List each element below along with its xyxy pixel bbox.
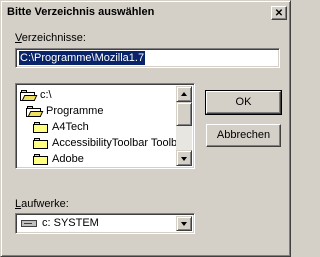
- scroll-up-button[interactable]: [176, 86, 192, 102]
- arrow-up-icon: [181, 92, 187, 96]
- scroll-thumb[interactable]: [176, 102, 192, 126]
- scroll-down-button[interactable]: [176, 150, 192, 166]
- arrow-down-icon: [181, 157, 187, 161]
- directories-label: Verzeichnisse:: [15, 32, 86, 44]
- tree-item-label: Adobe: [52, 153, 84, 165]
- close-button[interactable]: ✕: [271, 6, 287, 20]
- drive-select[interactable]: c: SYSTEM: [15, 213, 195, 234]
- drive-dropdown-button[interactable]: [176, 216, 192, 231]
- chevron-down-icon: [181, 222, 187, 226]
- tree-item-label: c:\: [40, 89, 52, 101]
- folder-select-dialog: Bitte Verzeichnis auswählen ✕ Verzeichni…: [0, 0, 291, 257]
- tree-item-label: Programme: [46, 105, 104, 117]
- folder-icon: [33, 138, 49, 149]
- path-input-value: C:\Programme\Mozilla1.7: [19, 51, 146, 65]
- hard-drive-icon: [21, 220, 37, 227]
- tree-vertical-scrollbar[interactable]: [176, 86, 192, 166]
- folder-icon: [33, 154, 49, 165]
- tree-item-label: A4Tech: [52, 121, 89, 133]
- folder-icon: [33, 122, 49, 133]
- open-folder-icon: [20, 90, 38, 101]
- path-input[interactable]: C:\Programme\Mozilla1.7: [15, 48, 280, 68]
- drives-label: Laufwerke:: [15, 198, 69, 210]
- directory-tree[interactable]: c:\ Programme A4Tech AccessibilityToolba…: [15, 83, 195, 169]
- cancel-button[interactable]: Abbrechen: [206, 124, 281, 147]
- ok-button[interactable]: OK: [205, 90, 282, 115]
- dialog-title: Bitte Verzeichnis auswählen: [7, 6, 155, 18]
- close-icon: ✕: [274, 7, 284, 19]
- open-folder-icon: [26, 106, 44, 117]
- tree-item-label: AccessibilityToolbar Toolba: [52, 137, 184, 149]
- title-bar[interactable]: Bitte Verzeichnis auswählen ✕: [4, 4, 289, 22]
- drive-select-value: c: SYSTEM: [42, 217, 99, 229]
